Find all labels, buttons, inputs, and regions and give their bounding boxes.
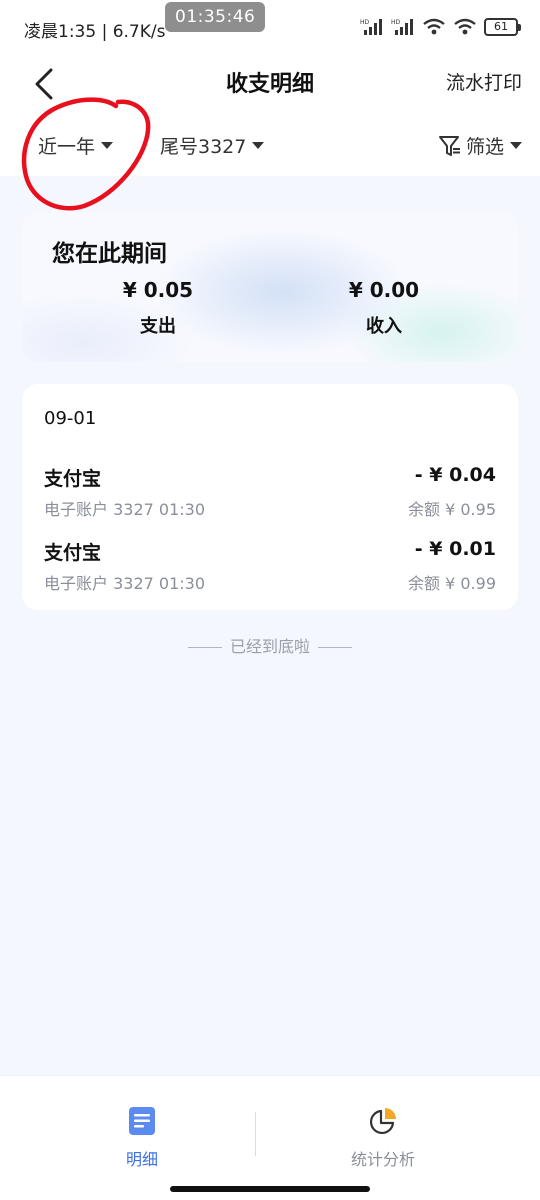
divider-line (318, 647, 352, 648)
filter-bar: 近一年 尾号3327 筛选 (0, 112, 540, 176)
tab-statistics[interactable]: 统计分析 (283, 1106, 483, 1170)
svg-text:HD: HD (391, 19, 401, 26)
transaction-amount: - ¥ 0.01 (414, 538, 496, 560)
end-of-list-note: 已经到底啦 (0, 633, 540, 657)
funnel-icon (438, 135, 460, 156)
svg-text:HD: HD (360, 19, 370, 26)
filter-label: 筛选 (465, 136, 504, 158)
bottom-tab-bar: 明细 统计分析 (0, 1075, 540, 1200)
nav-bar: 收支明细 流水打印 (0, 56, 540, 112)
wifi-6-icon (454, 18, 476, 35)
divider-line (187, 647, 222, 648)
expense-summary: ¥ 0.05 支出 (78, 278, 238, 338)
account-label: 尾号3327 (160, 136, 247, 158)
print-statement-button[interactable]: 流水打印 (446, 68, 522, 95)
account-dropdown[interactable]: 尾号3327 (160, 132, 265, 159)
transaction-date-header: 09-01 (44, 408, 97, 429)
transaction-account-time: 电子账户 3327 01:30 (44, 500, 206, 519)
transaction-amount: - ¥ 0.04 (414, 464, 496, 486)
caret-down-icon (101, 142, 114, 149)
status-bar: 凌晨1:35 | 6.7K/s 01:35:46 HD HD 61 (0, 0, 540, 56)
document-list-icon (129, 1107, 155, 1135)
pie-chart-icon (369, 1108, 396, 1135)
home-indicator (170, 1186, 370, 1192)
summary-title: 您在此期间 (52, 241, 167, 267)
period-dropdown[interactable]: 近一年 (38, 132, 114, 159)
income-summary: ¥ 0.00 收入 (304, 278, 464, 338)
recording-time-pill: 01:35:46 (165, 2, 266, 32)
caret-down-icon (252, 142, 265, 149)
expense-amount: ¥ 0.05 (122, 278, 194, 302)
income-label: 收入 (366, 316, 402, 337)
status-icons: HD HD 61 (360, 14, 521, 40)
tab-statistics-label: 统计分析 (350, 1150, 415, 1169)
tab-details-label: 明细 (125, 1150, 158, 1169)
transaction-row[interactable]: 支付宝 电子账户 3327 01:30 - ¥ 0.01 余额 ¥ 0.99 (22, 538, 518, 602)
expense-label: 支出 (140, 316, 176, 337)
status-time-network: 凌晨1:35 | 6.7K/s (24, 22, 166, 42)
period-label: 近一年 (38, 136, 96, 158)
transaction-row[interactable]: 支付宝 电子账户 3327 01:30 - ¥ 0.04 余额 ¥ 0.95 (22, 464, 518, 528)
cellular-signal-icon-2: HD (391, 19, 413, 35)
period-summary-card: 您在此期间 ¥ 0.05 支出 ¥ 0.00 收入 (22, 212, 518, 362)
transaction-merchant: 支付宝 (44, 468, 102, 490)
filter-dropdown[interactable]: 筛选 (438, 132, 522, 159)
transaction-merchant: 支付宝 (44, 542, 102, 564)
tab-divider (255, 1112, 256, 1156)
transactions-card: 09-01 支付宝 电子账户 3327 01:30 - ¥ 0.04 余额 ¥ … (22, 384, 518, 610)
transaction-balance: 余额 ¥ 0.95 (408, 500, 496, 519)
transaction-balance: 余额 ¥ 0.99 (408, 574, 496, 593)
income-amount: ¥ 0.00 (348, 278, 420, 302)
end-of-list-text: 已经到底啦 (229, 637, 310, 656)
caret-down-icon (510, 142, 522, 149)
cellular-signal-icon: HD (360, 19, 382, 35)
battery-icon: 61 (484, 18, 521, 36)
transaction-account-time: 电子账户 3327 01:30 (44, 574, 206, 593)
wifi-icon (423, 18, 445, 35)
tab-details[interactable]: 明细 (42, 1106, 242, 1170)
